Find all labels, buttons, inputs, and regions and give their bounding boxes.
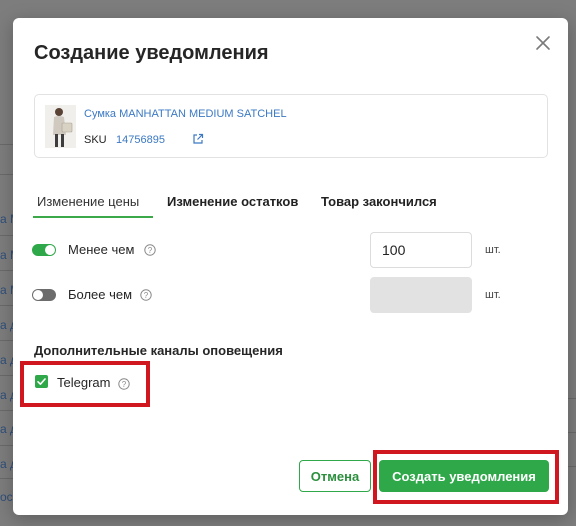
external-link-icon[interactable] bbox=[192, 133, 204, 145]
close-icon[interactable] bbox=[534, 34, 552, 52]
product-name-link[interactable]: Сумка MANHATTAN MEDIUM SATCHEL bbox=[84, 108, 287, 120]
tab-price-change[interactable]: Изменение цены bbox=[37, 194, 139, 209]
active-tab-indicator bbox=[33, 216, 153, 218]
more-than-label: Более чем bbox=[68, 287, 133, 302]
help-icon[interactable]: ? bbox=[144, 244, 156, 256]
background-link: ос bbox=[0, 490, 13, 504]
background-divider bbox=[0, 305, 14, 306]
background-divider bbox=[0, 340, 14, 341]
background-divider bbox=[0, 144, 14, 145]
more-than-input[interactable] bbox=[370, 277, 472, 313]
sku-value-link[interactable]: 14756895 bbox=[116, 134, 165, 146]
cancel-button[interactable]: Отмена bbox=[299, 460, 371, 492]
background-divider bbox=[0, 174, 14, 175]
help-icon[interactable]: ? bbox=[118, 378, 130, 390]
checkmark-icon bbox=[37, 378, 46, 385]
background-divider bbox=[0, 478, 14, 479]
less-than-label: Менее чем bbox=[68, 242, 135, 257]
background-divider bbox=[0, 375, 14, 376]
background-divider bbox=[0, 235, 14, 236]
background-divider bbox=[0, 445, 14, 446]
unit-label: шт. bbox=[485, 244, 501, 256]
telegram-label: Telegram bbox=[57, 375, 111, 390]
telegram-checkbox[interactable] bbox=[35, 375, 48, 388]
svg-text:?: ? bbox=[148, 246, 153, 255]
extra-channels-title: Дополнительные каналы оповещения bbox=[34, 343, 283, 358]
product-thumbnail bbox=[45, 105, 76, 148]
modal-title: Создание уведомления bbox=[34, 42, 269, 64]
tab-out-of-stock[interactable]: Товар закончился bbox=[321, 194, 437, 209]
product-card: Сумка MANHATTAN MEDIUM SATCHEL SKU 14756… bbox=[34, 94, 548, 158]
sku-label: SKU bbox=[84, 134, 107, 146]
create-notification-modal: Создание уведомления Сумка MANHATTAN MED… bbox=[13, 18, 568, 515]
unit-label: шт. bbox=[485, 289, 501, 301]
svg-text:?: ? bbox=[144, 291, 149, 300]
background-divider bbox=[0, 270, 14, 271]
more-than-toggle[interactable] bbox=[32, 289, 56, 301]
help-icon[interactable]: ? bbox=[140, 289, 152, 301]
background-divider bbox=[0, 410, 14, 411]
svg-text:?: ? bbox=[122, 380, 127, 389]
less-than-input[interactable] bbox=[370, 232, 472, 268]
tab-stock-change[interactable]: Изменение остатков bbox=[167, 194, 298, 209]
less-than-toggle[interactable] bbox=[32, 244, 56, 256]
create-notification-button[interactable]: Создать уведомления bbox=[379, 460, 549, 492]
